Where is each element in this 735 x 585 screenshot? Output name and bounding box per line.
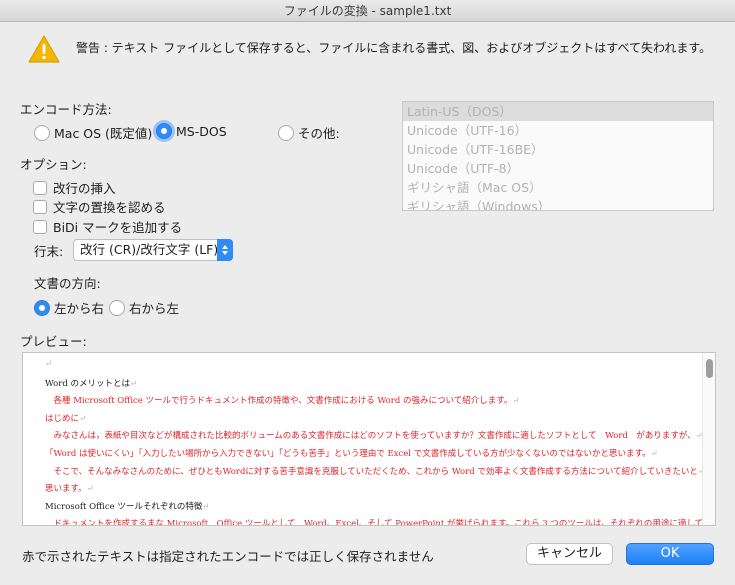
scrollbar-track[interactable] <box>702 353 715 525</box>
preview-line: ↵ <box>45 359 52 369</box>
encoding-list-item[interactable]: Unicode（UTF-16） <box>403 121 713 140</box>
radio-button[interactable] <box>156 123 172 139</box>
radio-ms-dos[interactable]: MS-DOS <box>156 123 227 139</box>
preview-line-text: 各種 Microsoft Office ツールで行うドキュメント作成の特徴や、文… <box>45 396 513 407</box>
radio-label: MS-DOS <box>176 123 227 139</box>
checkbox[interactable] <box>33 180 47 195</box>
encoding-list-item[interactable]: ギリシャ語（Windows） <box>403 197 713 210</box>
paragraph-mark-icon: ↵ <box>45 359 53 369</box>
encoding-list-item[interactable]: Unicode（UTF-8） <box>403 159 713 178</box>
preview-line: そこで、そんなみなさんのために、ぜひともWordに対する苦手意識を克服していただ… <box>45 465 705 477</box>
preview-line: 思います。↵ <box>45 482 94 494</box>
preview-line: みなさんは，表紙や目次などが構成された比較的ボリュームのある文書作成にはどのソフ… <box>45 429 703 441</box>
preview-line: 「Word は使いにくい」「入力したい場所から入力できない」「どうも苦手」という… <box>45 447 658 459</box>
encoding-warning-note: 赤で示されたテキストは指定されたエンコードでは正しく保存されません <box>22 549 434 564</box>
preview-line: Word のメリットとは↵ <box>45 377 137 389</box>
radio-label: 右から左 <box>129 301 180 316</box>
checkbox-label: BiDi マークを追加する <box>53 220 183 235</box>
ok-button[interactable]: OK <box>626 543 714 565</box>
preview-line: 各種 Microsoft Office ツールで行うドキュメント作成の特徴や、文… <box>45 394 520 407</box>
radio-left-to-right[interactable]: 左から右 <box>34 298 104 317</box>
window-title: ファイルの変換 - sample1.txt <box>0 0 735 22</box>
radio-label: その他: <box>298 126 340 141</box>
checkbox[interactable] <box>33 199 47 214</box>
radio-other[interactable]: その他: <box>278 123 340 142</box>
line-end-value: 改行 (CR)/改行文字 (LF) <box>80 242 219 257</box>
chevron-updown-icon[interactable] <box>217 239 233 261</box>
preview-line-text: 「Word は使いにくい」「入力したい場所から入力できない」「どうも苦手」という… <box>45 449 651 459</box>
options-label: オプション: <box>20 157 87 172</box>
checkbox-add-bidi-marks[interactable]: BiDi マークを追加する <box>33 217 182 236</box>
paragraph-mark-icon: ↵ <box>79 413 87 424</box>
radio-label: Mac OS (既定値) <box>54 126 153 141</box>
paragraph-mark-icon: ↵ <box>650 449 658 459</box>
radio-label: 左から右 <box>54 301 105 316</box>
preview-line-text: みなさんは，表紙や目次などが構成された比較的ボリュームのある文書作成にはどのソフ… <box>45 431 696 442</box>
preview-line: はじめに↵ <box>45 412 86 424</box>
encoding-list-item[interactable]: ギリシャ語（Mac OS） <box>403 178 713 197</box>
preview-line-text: はじめに <box>45 413 80 424</box>
paragraph-mark-icon: ↵ <box>86 484 94 495</box>
encoding-list-item[interactable]: Latin-US（DOS） <box>403 102 713 121</box>
preview-line-text: Microsoft Office ツールそれぞれの特徴 <box>45 501 203 512</box>
checkbox[interactable] <box>33 219 47 234</box>
radio-mac-os[interactable]: Mac OS (既定値) <box>34 123 152 142</box>
preview-pane[interactable]: ↵ Word のメリットとは↵ 各種 Microsoft Office ツールで行… <box>22 352 716 526</box>
line-end-select[interactable]: 改行 (CR)/改行文字 (LF) <box>73 239 233 261</box>
preview-line: ドキュメントを作成するまな Microsoft Office ツールとして Wo… <box>45 517 716 526</box>
checkbox-allow-substitution[interactable]: 文字の置換を認める <box>33 197 166 216</box>
radio-button[interactable] <box>278 124 294 141</box>
warning-message: 警告 : テキスト ファイルとして保存すると、ファイルに含まれる書式、図、および… <box>76 41 712 55</box>
paragraph-mark-icon: ↵ <box>129 378 138 389</box>
warning-icon <box>28 35 60 63</box>
encoding-list-item[interactable]: Unicode（UTF-16BE） <box>403 140 713 159</box>
preview-line: Microsoft Office ツールそれぞれの特徴↵ <box>45 500 209 512</box>
direction-label: 文書の方向: <box>34 276 101 291</box>
paragraph-mark-icon: ↵ <box>202 501 210 512</box>
cancel-button[interactable]: キャンセル <box>526 543 613 565</box>
checkbox-label: 文字の置換を認める <box>53 200 166 215</box>
encoding-label: エンコード方法: <box>20 102 112 117</box>
scrollbar-thumb[interactable] <box>706 359 713 378</box>
paragraph-mark-icon: ↵ <box>512 396 520 407</box>
line-end-label: 行末: <box>34 244 64 259</box>
preview-line-text: 思います。 <box>45 484 87 495</box>
encoding-list[interactable]: Latin-US（DOS） Unicode（UTF-16） Unicode（UT… <box>402 101 714 211</box>
checkbox-label: 改行の挿入 <box>53 181 116 196</box>
radio-button[interactable] <box>109 299 125 316</box>
preview-line-text: ドキュメントを作成するまな Microsoft Office ツールとして Wo… <box>45 519 716 526</box>
radio-right-to-left[interactable]: 右から左 <box>109 298 179 317</box>
preview-label: プレビュー: <box>20 334 87 349</box>
radio-button[interactable] <box>34 124 50 141</box>
checkbox-insert-line-breaks[interactable]: 改行の挿入 <box>33 178 116 197</box>
preview-line-text: Word のメリットとは <box>45 378 130 389</box>
radio-button[interactable] <box>34 299 50 316</box>
preview-line-text: そこで、そんなみなさんのために、ぜひともWordに対する苦手意識を克服していただ… <box>45 466 698 477</box>
